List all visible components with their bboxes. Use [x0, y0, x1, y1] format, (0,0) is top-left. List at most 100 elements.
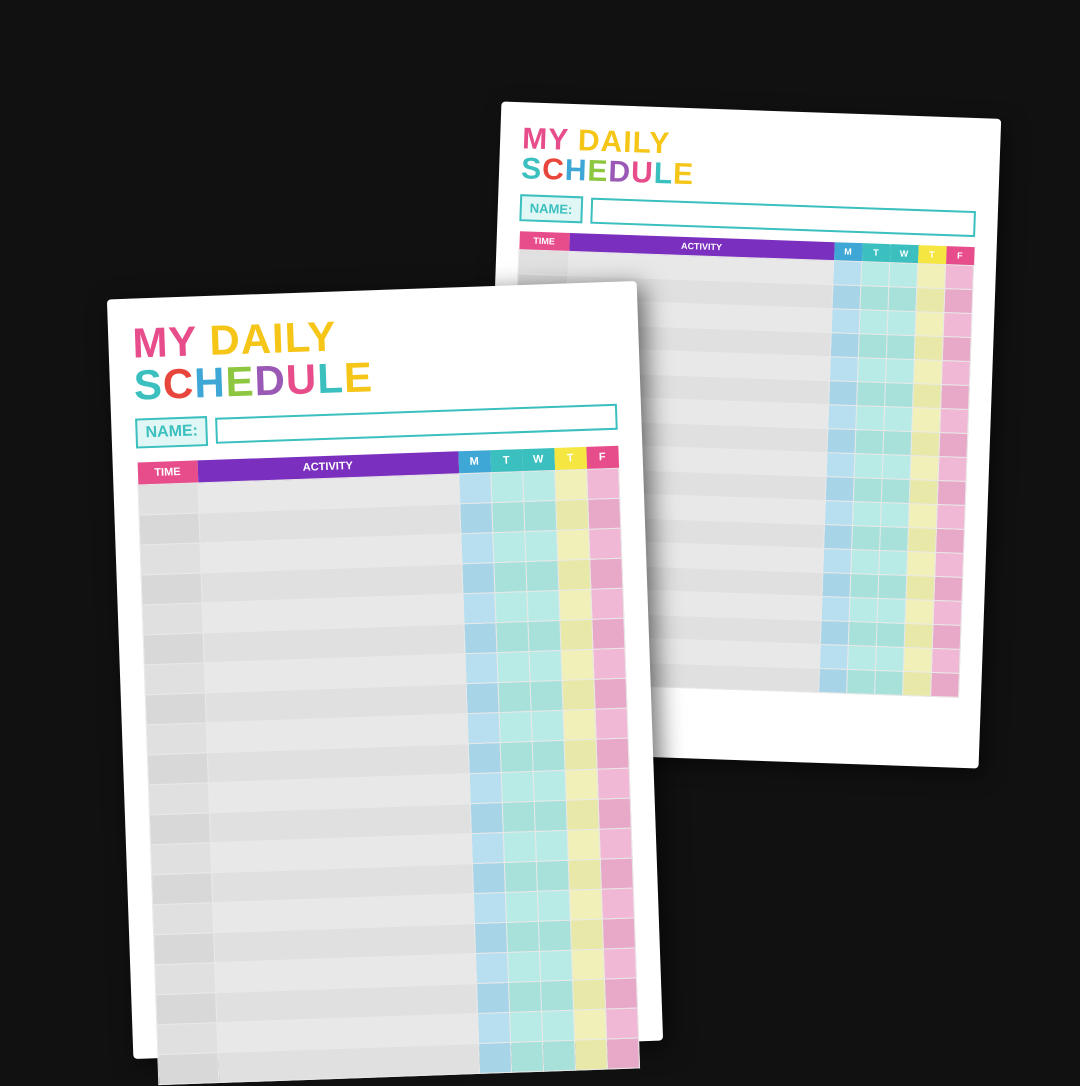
cell-m: [820, 620, 849, 645]
cell-t: [510, 1011, 543, 1042]
cell-m: [459, 473, 492, 504]
name-input-front[interactable]: [216, 404, 618, 444]
cell-f: [941, 361, 970, 386]
cell-time: [144, 663, 205, 695]
cell-th: [575, 1039, 608, 1070]
cell-f: [594, 678, 627, 709]
col-f-front: F: [586, 446, 619, 470]
cell-t: [507, 951, 540, 982]
cell-m: [463, 593, 496, 624]
cell-f: [934, 576, 963, 601]
cell-m: [822, 572, 851, 597]
cell-w: [881, 478, 910, 503]
cell-w: [527, 590, 560, 621]
cell-m: [829, 357, 858, 382]
cell-m: [831, 309, 860, 334]
cell-m: [470, 802, 503, 833]
cell-f: [601, 888, 634, 919]
cell-time: [145, 693, 206, 725]
cell-f: [604, 978, 637, 1009]
cell-f: [933, 600, 962, 625]
cell-w: [877, 598, 906, 623]
cell-time: [140, 543, 201, 575]
cell-t: [492, 502, 525, 533]
cell-th: [559, 589, 592, 620]
name-row-front: NAME:: [135, 402, 618, 449]
front-title-u: U: [285, 355, 318, 403]
cell-time: [142, 603, 203, 635]
cell-w: [536, 860, 569, 891]
cell-t: [859, 310, 888, 335]
cell-m: [461, 533, 494, 564]
cell-w: [882, 454, 911, 479]
cell-t: [500, 741, 533, 772]
cell-th: [570, 919, 603, 950]
cell-th: [912, 408, 941, 433]
cell-time: [156, 993, 217, 1025]
cell-m: [479, 1042, 512, 1073]
cell-w: [875, 646, 904, 671]
cell-t: [852, 501, 881, 526]
cell-th: [569, 889, 602, 920]
cell-f: [607, 1038, 640, 1069]
title-c: C: [542, 153, 566, 187]
cell-th: [565, 769, 598, 800]
cell-time: [147, 753, 208, 785]
cell-f: [596, 738, 629, 769]
cell-time: [141, 573, 202, 605]
cell-t: [856, 406, 885, 431]
cell-w: [524, 500, 557, 531]
col-time-back: TIME: [519, 231, 570, 251]
cell-t: [847, 669, 876, 694]
cell-th: [566, 799, 599, 830]
cell-m: [474, 922, 507, 953]
cell-t: [847, 645, 876, 670]
cell-th: [917, 264, 946, 289]
cell-w: [540, 980, 573, 1011]
cell-th: [903, 647, 932, 672]
cell-w: [888, 287, 917, 312]
cell-th: [908, 527, 937, 552]
cell-w: [880, 526, 909, 551]
cell-t: [496, 621, 529, 652]
cell-th: [568, 859, 601, 890]
cell-m: [823, 548, 852, 573]
cell-f: [936, 504, 965, 529]
cell-w: [535, 830, 568, 861]
cell-t: [503, 831, 536, 862]
col-time-front: TIME: [137, 460, 198, 485]
title-e2: E: [673, 158, 695, 192]
front-title-c: C: [162, 359, 195, 407]
cell-f: [600, 858, 633, 889]
schedule-card-front: MY DAILY SCHEDULE NAME: TIME ACTIVITY M …: [107, 281, 663, 1059]
cell-t: [498, 681, 531, 712]
front-title-d: D: [254, 356, 287, 404]
cell-th: [564, 739, 597, 770]
name-row-back: NAME:: [519, 194, 976, 237]
cell-th: [913, 360, 942, 385]
cell-t: [855, 430, 884, 455]
cell-m: [826, 453, 855, 478]
cell-f: [599, 828, 632, 859]
cell-t: [850, 573, 879, 598]
cell-f: [935, 552, 964, 577]
cell-m: [827, 429, 856, 454]
cell-f: [592, 618, 625, 649]
name-label-back: NAME:: [519, 194, 583, 223]
cell-w: [526, 560, 559, 591]
cell-m: [468, 743, 501, 774]
cell-time: [153, 903, 214, 935]
cell-f: [595, 708, 628, 739]
cell-f: [591, 588, 624, 619]
cell-m: [828, 405, 857, 430]
cell-time: [143, 633, 204, 665]
cell-w: [878, 574, 907, 599]
cell-w: [885, 383, 914, 408]
cell-w: [880, 502, 909, 527]
name-input-back[interactable]: [590, 197, 976, 236]
cell-w: [883, 431, 912, 456]
cell-w: [876, 622, 905, 647]
cell-m: [467, 713, 500, 744]
cell-f: [605, 1008, 638, 1039]
cell-w: [542, 1010, 575, 1041]
